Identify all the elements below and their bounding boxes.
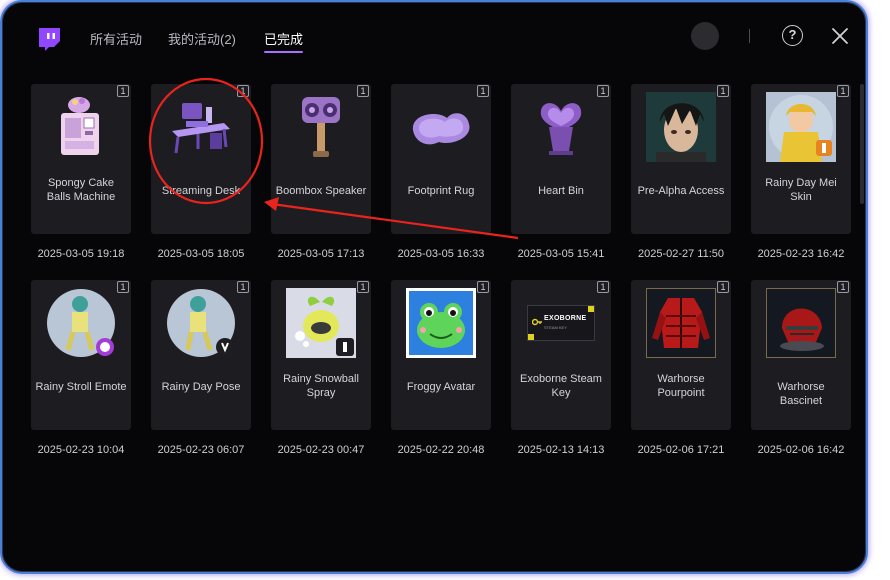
pose-character-icon [166, 288, 236, 358]
count-badge: 1 [357, 281, 369, 293]
reward-card[interactable]: 1 Streaming Desk 2025-03-05 18:05 [151, 84, 251, 260]
count-badge: 1 [117, 281, 129, 293]
reward-card[interactable]: 1 Rainy Day Pose 2025-02-23 06:07 [151, 280, 251, 456]
tab-all-activities[interactable]: 所有活动 [90, 29, 142, 48]
count-badge: 1 [837, 281, 849, 293]
reward-name: Rainy Day Mei Skin [765, 177, 837, 203]
reward-date: 2025-02-27 11:50 [637, 248, 725, 260]
frog-avatar-icon [406, 288, 476, 358]
count-badge: 1 [237, 85, 249, 97]
reward-card[interactable]: 1 Rainy Day Mei Skin 2025-02-23 16:42 [751, 84, 851, 260]
footprint-rug-icon [406, 92, 476, 162]
help-icon: ? [788, 27, 797, 42]
reward-name: Boombox Speaker [275, 185, 367, 197]
count-badge: 1 [477, 281, 489, 293]
red-jacket-icon [646, 288, 716, 358]
reward-card[interactable]: 1 Heart Bin 2025-03-05 15:41 [511, 84, 611, 260]
reward-date: 2025-03-05 17:13 [277, 248, 365, 260]
close-button[interactable] [831, 27, 849, 45]
reward-card[interactable]: 1 Warhorse Pourpoint 2025-02-06 17:21 [631, 280, 731, 456]
reward-date: 2025-02-23 10:04 [37, 444, 125, 456]
tab-my-activities[interactable]: 我的活动(2) [168, 29, 236, 48]
card-corner [588, 306, 594, 312]
reward-date: 2025-03-05 18:05 [157, 248, 245, 260]
reward-name: Exoborne Steam Key [520, 373, 602, 399]
reward-name: Streaming Desk [161, 185, 241, 197]
reward-name: Froggy Avatar [406, 381, 476, 393]
red-helmet-icon [766, 288, 836, 358]
count-badge: 1 [837, 85, 849, 97]
snowball-spray-icon [286, 288, 356, 358]
emote-character-icon [46, 288, 116, 358]
cake-machine-icon [46, 92, 116, 162]
mei-skin-portrait-icon [766, 92, 836, 162]
card-corner [528, 334, 534, 340]
reward-name: Warhorse Pourpoint [657, 373, 705, 399]
reward-card[interactable]: 1 Footprint Rug 2025-03-05 16:33 [391, 84, 491, 260]
reward-date: 2025-02-06 16:42 [757, 444, 845, 456]
count-badge: 1 [117, 85, 129, 97]
reward-name: Footprint Rug [407, 185, 475, 197]
steam-key-card: EXOBORNE STEAM KEY [527, 305, 595, 341]
reward-date: 2025-03-05 16:33 [397, 248, 485, 260]
reward-card[interactable]: 1 Froggy Avatar 2025-02-22 20:48 [391, 280, 491, 456]
count-badge: 1 [237, 281, 249, 293]
count-badge: 1 [477, 85, 489, 97]
streaming-desk-icon [166, 92, 236, 162]
reward-card[interactable]: 1 Rainy Snowball Spray 2025-02-23 00:47 [271, 280, 371, 456]
reward-name: Pre-Alpha Access [637, 185, 725, 197]
heart-bin-icon [526, 92, 596, 162]
steam-key-card-icon: EXOBORNE STEAM KEY [526, 288, 596, 358]
reward-card[interactable]: 1 Spongy Cake Balls Machine 2025-03-05 1… [31, 84, 131, 260]
count-badge: 1 [597, 85, 609, 97]
reward-name: Heart Bin [538, 185, 584, 197]
twitch-logo-icon [39, 28, 60, 51]
reward-date: 2025-02-23 16:42 [757, 248, 845, 260]
count-badge: 1 [717, 281, 729, 293]
tab-completed[interactable]: 已完成 [264, 29, 304, 53]
reward-date: 2025-02-23 06:07 [157, 444, 245, 456]
key-title: EXOBORNE [544, 315, 587, 322]
reward-name: Rainy Day Pose [161, 381, 241, 393]
header-divider [749, 29, 750, 43]
count-badge: 1 [597, 281, 609, 293]
reward-card[interactable]: 1 Warhorse Bascinet 2025-02-06 16:42 [751, 280, 851, 456]
key-icon [532, 318, 542, 326]
reward-name: Rainy Stroll Emote [35, 381, 127, 393]
reward-date: 2025-03-05 19:18 [37, 248, 125, 260]
reward-card[interactable]: 1 Rainy Stroll Emote 2025-02-23 10:04 [31, 280, 131, 456]
reward-date: 2025-02-06 17:21 [637, 444, 725, 456]
reward-card[interactable]: 1 Boombox Speaker 2025-03-05 17:13 [271, 84, 371, 260]
count-badge: 1 [357, 85, 369, 97]
reward-card[interactable]: 1 EXOBORNE STEAM KEY Exoborne Steam Key … [511, 280, 611, 456]
rewards-window: 所有活动 我的活动(2) 已完成 ? 1 Spongy Cake Balls M… [0, 0, 868, 574]
reward-name: Warhorse Bascinet [777, 381, 825, 407]
key-subtitle: STEAM KEY [544, 325, 567, 330]
reward-date: 2025-03-05 15:41 [517, 248, 605, 260]
reward-card[interactable]: 1 Pre-Alpha Access 2025-02-27 11:50 [631, 84, 731, 260]
reward-name: Rainy Snowball Spray [283, 373, 359, 399]
avatar[interactable] [691, 22, 719, 50]
reward-date: 2025-02-22 20:48 [397, 444, 485, 456]
scrollbar[interactable] [860, 84, 864, 204]
reward-date: 2025-02-13 14:13 [517, 444, 605, 456]
help-button[interactable]: ? [782, 25, 803, 46]
reward-date: 2025-02-23 00:47 [277, 444, 365, 456]
count-badge: 1 [717, 85, 729, 97]
reward-name: Spongy Cake Balls Machine [46, 177, 116, 203]
anime-character-portrait-icon [646, 92, 716, 162]
boombox-speaker-icon [286, 92, 356, 162]
